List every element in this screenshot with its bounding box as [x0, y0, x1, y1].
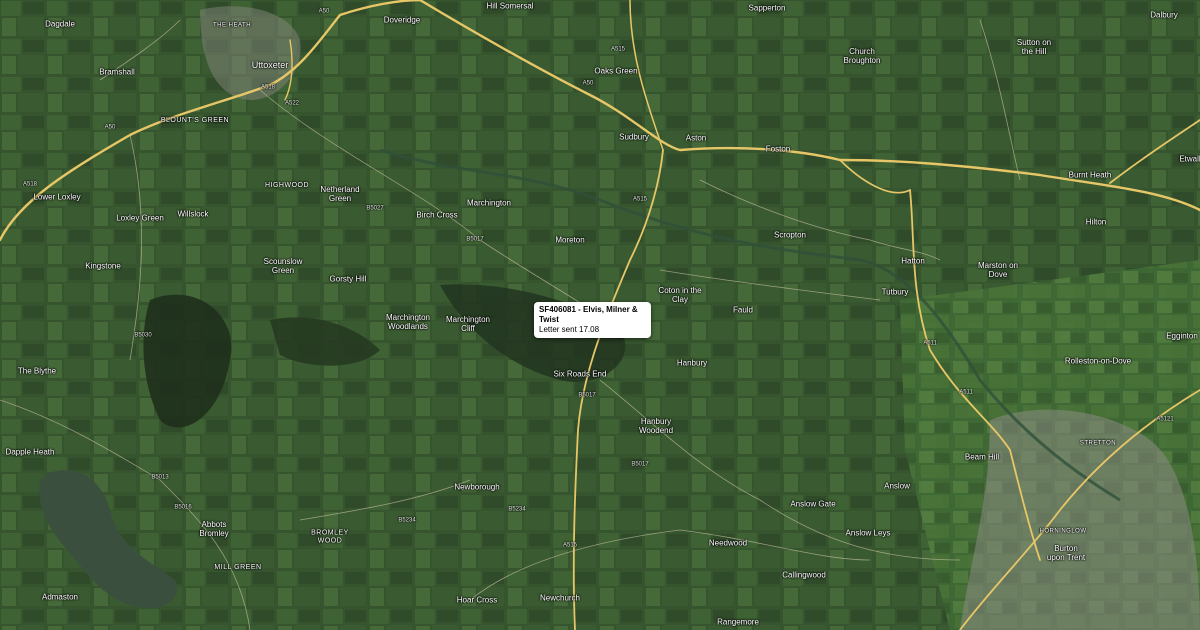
place-label: Hoar Cross	[456, 595, 498, 605]
road-label: B5013	[151, 474, 169, 481]
place-label: Marchington Cliff	[445, 315, 491, 333]
place-label: Scounslow Green	[263, 257, 303, 275]
place-label: Marchington	[466, 198, 512, 208]
marker-popup[interactable]: SF406081 - Elvis, Milner & Twist Letter …	[534, 302, 651, 338]
place-label: Marston on Dove	[977, 261, 1019, 279]
place-label: Loxley Green	[116, 213, 164, 223]
place-label: Hanbury	[676, 358, 708, 368]
place-label: Willslock	[177, 209, 209, 219]
road-label: B5016	[174, 504, 192, 511]
place-label: Hanbury Woodend	[638, 417, 674, 435]
place-label: Dalbury	[1150, 10, 1178, 20]
road-label: A518	[260, 84, 276, 91]
place-label: Sudbury	[619, 132, 649, 142]
place-label: Church Broughton	[843, 47, 881, 65]
popup-title: SF406081 - Elvis, Milner & Twist	[539, 305, 638, 324]
road-label: A5121	[1156, 416, 1174, 423]
road-label: A515	[562, 542, 578, 549]
place-label: Newborough	[454, 482, 500, 492]
place-label: Burnt Heath	[1068, 170, 1112, 180]
road-label: A50	[318, 8, 330, 15]
place-label: Newchurch	[539, 593, 581, 603]
place-label: Coton in the Clay	[658, 286, 702, 304]
place-label: Abbots Bromley	[199, 520, 229, 538]
place-label: Rangemore	[717, 617, 759, 627]
place-label: Anslow Gate	[790, 499, 836, 509]
place-label: Tutbury	[881, 287, 909, 297]
place-label: Moreton	[555, 235, 585, 245]
place-label: Fauld	[732, 305, 754, 315]
road-label: A518	[22, 181, 38, 188]
place-label: BLOUNT'S GREEN	[160, 117, 230, 125]
road-label: B5234	[508, 506, 526, 513]
road-label: B5017	[578, 392, 596, 399]
place-label: Callingwood	[782, 570, 826, 580]
place-label: Needwood	[708, 538, 748, 548]
place-label: Dapple Heath	[5, 447, 55, 457]
place-label: Beam Hill	[964, 452, 1000, 462]
place-label: Scropton	[773, 230, 807, 240]
road-label: A522	[284, 100, 300, 107]
place-label: Hatton	[901, 256, 925, 266]
place-label: Burton upon Trent	[1046, 544, 1086, 562]
place-label: Doveridge	[383, 15, 421, 25]
place-label: Foston	[765, 144, 791, 154]
popup-status: Letter sent 17.08	[539, 325, 600, 334]
place-label: Egginton	[1166, 331, 1198, 341]
road-label: A515	[610, 46, 626, 53]
place-label: Uttoxeter	[251, 60, 289, 71]
place-label: THE HEATH	[212, 22, 252, 29]
road-label: A50	[104, 124, 116, 131]
road-label: A515	[632, 196, 648, 203]
place-label: Sutton on the Hill	[1016, 38, 1052, 56]
place-label: Hill Somersal	[486, 1, 534, 11]
place-label: Netherland Green	[320, 185, 360, 203]
place-label: Oaks Green	[594, 66, 638, 76]
place-label: Anslow	[884, 481, 910, 491]
road-label: A511	[959, 389, 973, 396]
place-label: Dagdale	[45, 19, 75, 29]
place-label: HIGHWOOD	[264, 182, 310, 190]
place-label: HORNINGLOW	[1039, 528, 1087, 535]
place-label: Etwall	[1179, 154, 1200, 164]
place-label: Anslow Leys	[845, 528, 891, 538]
place-label: Rolleston-on-Dove	[1064, 356, 1132, 366]
road-label: B5030	[134, 332, 152, 339]
place-label: Lower Loxley	[33, 192, 81, 202]
place-label: Gorsty Hill	[329, 274, 367, 284]
road-label: B5234	[398, 517, 416, 524]
road-label: A511	[923, 340, 937, 347]
place-label: STRETTON	[1079, 440, 1117, 447]
place-label: The Blythe	[17, 366, 57, 376]
place-label: Admaston	[41, 592, 79, 602]
place-label: Bramshall	[99, 67, 135, 77]
place-label: Sapperton	[748, 3, 786, 13]
place-label: Six Roads End	[553, 369, 607, 379]
place-label: MILL GREEN	[214, 564, 262, 572]
road-label: B5017	[466, 236, 484, 243]
road-label: B5027	[366, 205, 384, 212]
place-label: Marchington Woodlands	[385, 313, 431, 331]
satellite-map[interactable]: Dagdale THE HEATH Doveridge Hill Somersa…	[0, 0, 1200, 630]
road-label: A50	[582, 80, 594, 87]
place-label: Aston	[685, 133, 707, 143]
place-label: Birch Cross	[416, 210, 458, 220]
place-label: BROMLEY WOOD	[311, 529, 349, 544]
place-label: Kingstone	[85, 261, 121, 271]
place-label: Hilton	[1085, 217, 1107, 227]
road-label: B5017	[631, 461, 649, 468]
